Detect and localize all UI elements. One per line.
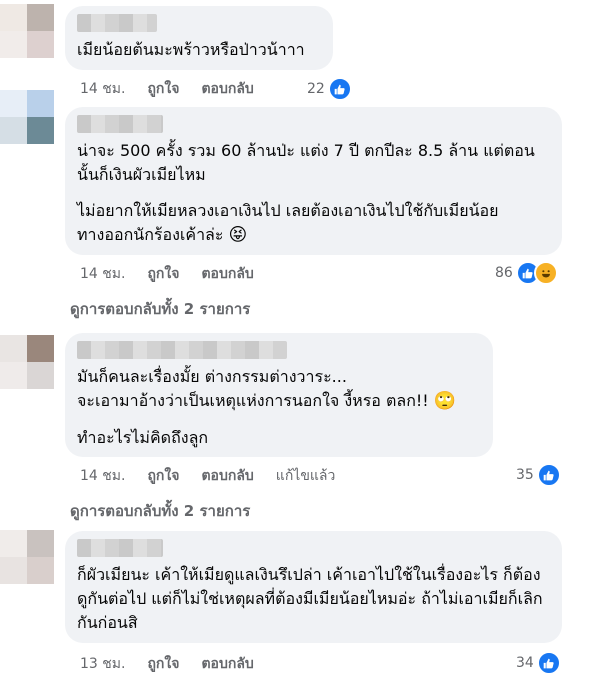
reaction-count[interactable]: 35 [516,463,561,487]
comment-bubble: ก็ผัวเมียนะ เค้าให้เมียดูแลเงินรึเปล่า เ… [65,531,562,643]
reaction-count[interactable]: 86 [495,261,558,285]
comment-bubble: น่าจะ 500 ครั้ง รวม 60 ล้านป่ะ แต่ง 7 ปี… [65,107,562,255]
author-name-blurred[interactable] [77,115,163,133]
comment-text: น่าจะ 500 ครั้ง รวม 60 ล้านป่ะ แต่ง 7 ปี… [77,141,535,184]
like-reaction-icon [327,77,352,101]
timestamp[interactable]: 14 ชม. [80,78,125,100]
edited-label: แก้ไขแล้ว [275,468,336,484]
reaction-number: 22 [307,81,325,97]
reply-button[interactable]: ตอบกลับ [201,465,253,487]
reply-button[interactable]: ตอบกลับ [201,263,253,285]
view-replies-link[interactable]: ดูการตอบกลับทั้ง 2 รายการ [70,297,250,321]
avatar[interactable] [0,4,54,58]
author-name-blurred[interactable] [77,539,163,557]
avatar[interactable] [0,90,54,144]
view-replies-link[interactable]: ดูการตอบกลับทั้ง 2 รายการ [70,499,250,523]
comment-actions: 14 ชม. ถูกใจ ตอบกลับ [80,263,276,285]
comment-bubble: เมียน้อยต้นมะพร้าวหรือป่าวน้าาา [65,6,333,70]
comment-text-part: มันก็คนละเรื่องมั้ย ต่างกรรมต่างวาระ... … [77,367,429,410]
author-name-blurred[interactable] [77,341,287,359]
reaction-number: 86 [495,265,513,281]
haha-reaction-icon [533,261,558,285]
comment-text-part: ไม่อยากให้เมียหลวงเอาเงินไป เลยต้องเอาเง… [77,201,499,244]
like-reaction-icon [536,651,561,675]
like-reaction-icon [536,463,561,487]
like-button[interactable]: ถูกใจ [147,78,179,100]
comment-text: เมียน้อยต้นมะพร้าวหรือป่าวน้าาา [77,40,305,59]
reaction-number: 34 [516,655,534,671]
comment-actions: 14 ชม. ถูกใจ ตอบกลับ แก้ไขแล้ว [80,465,357,487]
like-button[interactable]: ถูกใจ [147,263,179,285]
like-button[interactable]: ถูกใจ [147,465,179,487]
reaction-number: 35 [516,467,534,483]
author-name-blurred[interactable] [77,14,157,32]
avatar[interactable] [0,530,54,584]
comment-text: ทำอะไรไม่คิดถึงลูก [77,427,209,447]
comment-actions: 14 ชม. ถูกใจ ตอบกลับ [80,78,276,100]
timestamp[interactable]: 14 ชม. [80,465,125,487]
timestamp[interactable]: 14 ชม. [80,263,125,285]
comment-text: ก็ผัวเมียนะ เค้าให้เมียดูแลเงินรึเปล่า เ… [77,565,543,632]
comment-text: มันก็คนละเรื่องมั้ย ต่างกรรมต่างวาระ... … [77,365,481,414]
avatar[interactable] [0,335,54,389]
tongue-wink-emoji: 😝 [228,224,248,246]
eye-roll-emoji: 🙄 [433,390,457,412]
reaction-count[interactable]: 22 [307,77,352,101]
comment-bubble: มันก็คนละเรื่องมั้ย ต่างกรรมต่างวาระ... … [65,333,493,457]
reaction-count[interactable]: 34 [516,651,561,675]
comment-text: ไม่อยากให้เมียหลวงเอาเงินไป เลยต้องเอาเง… [77,199,550,248]
reply-button[interactable]: ตอบกลับ [201,78,253,100]
